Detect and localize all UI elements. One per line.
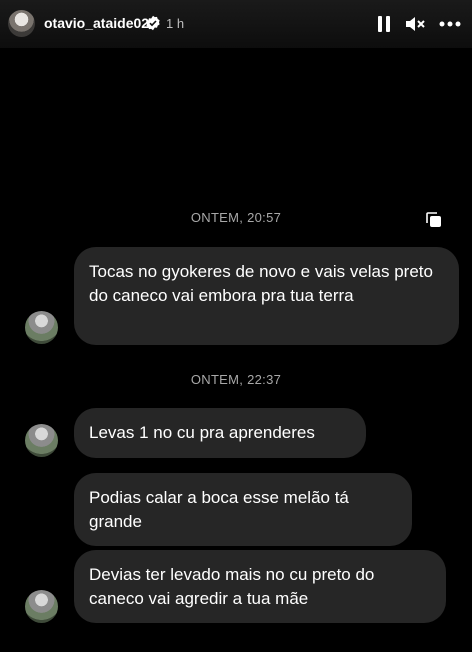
verified-badge-icon (146, 15, 160, 31)
username[interactable]: otavio_ataide02 (44, 15, 149, 31)
post-time: 1 h (166, 16, 185, 31)
speaker-muted-icon[interactable] (403, 12, 427, 36)
sender-avatar[interactable] (25, 311, 58, 344)
message-bubble[interactable]: Levas 1 no cu pra aprenderes (74, 408, 366, 458)
copy-icon[interactable] (424, 210, 444, 230)
sender-avatar[interactable] (25, 424, 58, 457)
message-bubble[interactable]: Tocas no gyokeres de novo e vais velas p… (74, 247, 459, 345)
timestamp: ONTEM, 20:57 (190, 210, 282, 225)
sender-avatar[interactable] (25, 590, 58, 623)
message-bubble[interactable]: Podias calar a boca esse melão tá grande (74, 473, 412, 546)
story-header: otavio_ataide02 1 h (0, 0, 472, 48)
pause-icon[interactable] (372, 12, 396, 36)
more-dots-icon[interactable] (438, 12, 462, 36)
profile-avatar[interactable] (8, 10, 35, 37)
timestamp: ONTEM, 22:37 (190, 372, 282, 387)
message-bubble[interactable]: Devias ter levado mais no cu preto do ca… (74, 550, 446, 623)
